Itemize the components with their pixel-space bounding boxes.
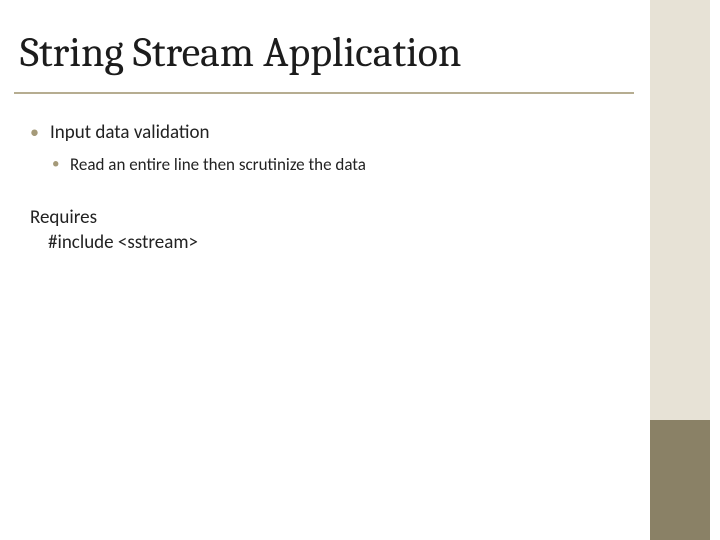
side-accent-bar xyxy=(650,0,710,540)
slide-title: String Stream Application xyxy=(20,28,461,77)
bullet-level1: Input data validation xyxy=(30,120,590,146)
requires-block: Requires #include <sstream> xyxy=(30,205,590,256)
side-accent-bottom xyxy=(650,420,710,540)
slide-body: Input data validation Read an entire lin… xyxy=(30,120,590,256)
side-accent-top xyxy=(650,0,710,420)
slide: String Stream Application Input data val… xyxy=(0,0,720,540)
bullet-level2: Read an entire line then scrutinize the … xyxy=(30,154,590,177)
requires-label: Requires xyxy=(30,205,590,231)
requires-code: #include <sstream> xyxy=(30,230,590,256)
title-underline xyxy=(14,92,634,94)
